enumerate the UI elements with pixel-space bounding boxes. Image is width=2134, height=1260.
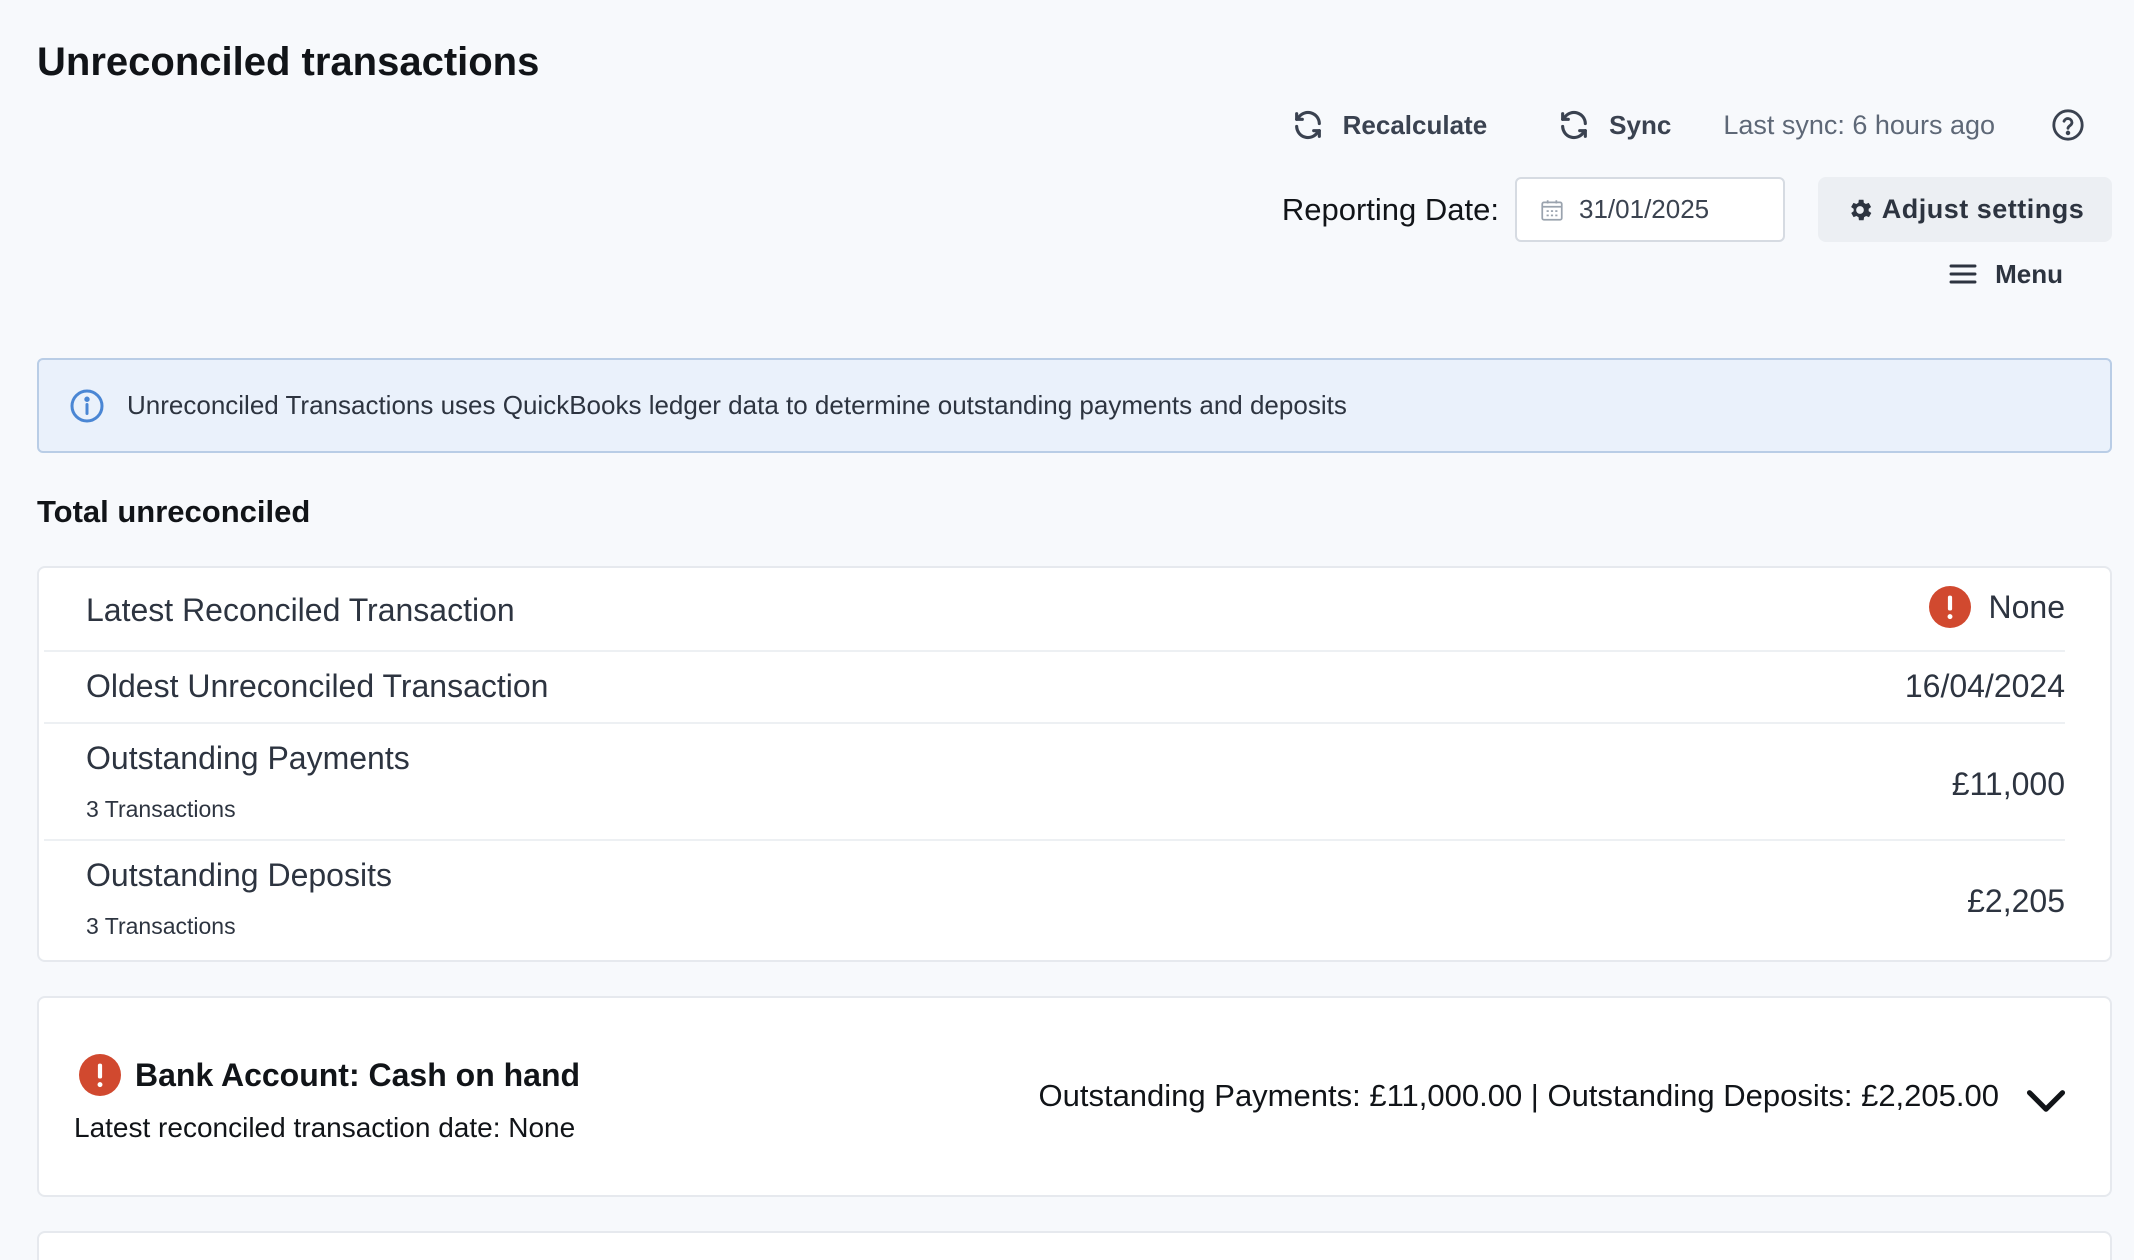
info-banner-text: Unreconciled Transactions uses QuickBook… (127, 390, 1347, 420)
row-value: None (1928, 586, 2066, 628)
sync-button[interactable]: Sync (1557, 108, 1671, 142)
row-label: Latest Reconciled Transaction (86, 592, 515, 628)
account-latest-reconciled: Latest reconciled transaction date: None (74, 1112, 576, 1143)
reporting-date-label: Reporting Date: (1281, 191, 1499, 227)
account-outstanding-summary: Outstanding Payments: £11,000.00 | Outst… (1038, 1078, 1999, 1113)
recalculate-label: Recalculate (1342, 109, 1488, 140)
summary-row-oldest-unreconciled: Oldest Unreconciled Transaction 16/04/20… (44, 652, 2065, 724)
reporting-date-input[interactable]: 31/01/2025 (1515, 177, 1785, 242)
reporting-date-value: 31/01/2025 (1579, 194, 1710, 224)
info-icon (70, 389, 104, 422)
reporting-date-row: Reporting Date: 31/01/2025 Adjust settin… (1282, 177, 2112, 242)
sync-icon (1561, 110, 1588, 140)
hamburger-icon (1949, 264, 1977, 284)
summary-card: Latest Reconciled Transaction None Oldes… (37, 566, 2112, 962)
account-card[interactable] (37, 1231, 2112, 1260)
adjust-settings-label: Adjust settings (1881, 194, 2085, 224)
adjust-settings-button[interactable]: Adjust settings (1818, 177, 2112, 242)
toolbar: Recalculate Sync Last sync: 6 hours ago (1291, 100, 2085, 150)
info-banner: Unreconciled Transactions uses QuickBook… (37, 358, 2112, 453)
recalculate-button[interactable]: Recalculate (1291, 108, 1488, 142)
row-label: Outstanding Deposits (86, 857, 392, 893)
page-title: Unreconciled transactions (37, 40, 540, 84)
menu-button[interactable]: Menu (1947, 258, 2063, 290)
sync-label: Sync (1609, 109, 1672, 140)
row-label: Oldest Unreconciled Transaction (86, 668, 549, 704)
account-title: Bank Account: Cash on hand (79, 1054, 580, 1096)
row-value: £11,000 (1951, 766, 2065, 802)
refresh-icon (1294, 110, 1321, 140)
alert-icon (1928, 586, 1971, 628)
row-sub: 3 Transactions (86, 913, 236, 939)
row-label: Outstanding Payments (86, 740, 410, 776)
chevron-down-icon[interactable] (2024, 1078, 2068, 1122)
help-icon[interactable] (2051, 108, 2085, 142)
section-title: Total unreconciled (37, 494, 311, 529)
row-value: £2,205 (1967, 883, 2065, 919)
last-sync-text: Last sync: 6 hours ago (1723, 109, 1995, 140)
calendar-icon (1541, 199, 1563, 221)
account-card[interactable]: Bank Account: Cash on hand Latest reconc… (37, 996, 2112, 1197)
latest-reconciled-value: None (1988, 588, 2066, 625)
row-value: 16/04/2024 (1904, 668, 2065, 704)
row-sub: 3 Transactions (86, 796, 236, 822)
alert-icon (79, 1054, 121, 1096)
menu-label: Menu (1995, 258, 2063, 289)
summary-row-latest-reconciled: Latest Reconciled Transaction None (44, 568, 2065, 652)
summary-row-outstanding-deposits: Outstanding Deposits 3 Transactions £2,2… (44, 841, 2065, 959)
gear-icon (1850, 199, 1872, 220)
account-title-text: Bank Account: Cash on hand (135, 1056, 581, 1093)
summary-row-outstanding-payments: Outstanding Payments 3 Transactions £11,… (44, 724, 2065, 841)
